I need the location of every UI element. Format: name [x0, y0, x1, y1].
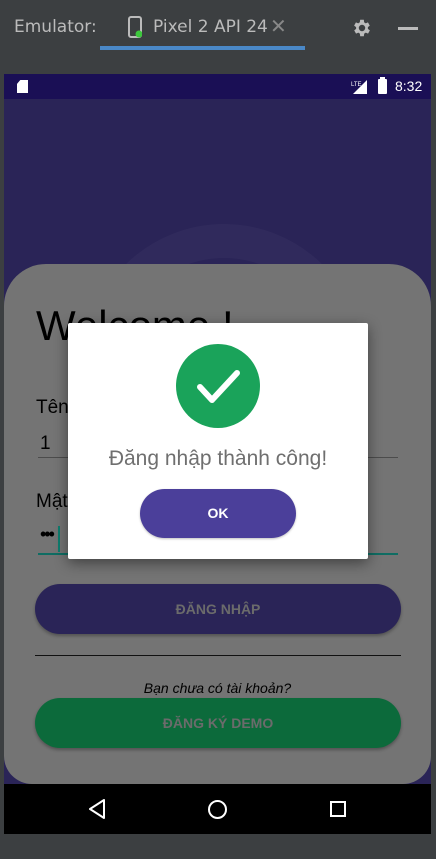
no-account-text[interactable]: Bạn chưa có tài khoản? — [4, 680, 431, 696]
check-circle-icon — [176, 344, 260, 428]
home-icon[interactable] — [208, 800, 227, 819]
tab-underline — [100, 46, 305, 50]
ok-button[interactable]: OK — [140, 489, 296, 538]
emulator-tab-title: Pixel 2 API 24 — [153, 17, 268, 37]
checkmark-icon — [197, 370, 240, 403]
success-dialog: Đăng nhập thành công! OK — [68, 323, 368, 559]
emulator-label: Emulator: — [14, 17, 97, 37]
password-input[interactable]: ••• — [40, 524, 55, 545]
recent-apps-icon[interactable] — [330, 801, 346, 817]
dialog-message: Đăng nhập thành công! — [108, 447, 328, 470]
sd-card-icon — [17, 80, 28, 93]
text-cursor — [58, 526, 60, 552]
back-icon[interactable] — [88, 799, 106, 819]
divider — [35, 655, 401, 656]
minimize-icon[interactable] — [398, 27, 418, 30]
status-time: 8:32 — [395, 78, 423, 94]
register-demo-button[interactable]: ĐĂNG KÝ DEMO — [35, 698, 401, 748]
emulator-bottom-bar — [0, 834, 436, 859]
status-bar: LTE 8:32 — [4, 74, 431, 99]
gear-icon[interactable] — [351, 17, 373, 39]
emulator-toolbar: Emulator: Pixel 2 API 24 ✕ — [0, 0, 436, 52]
password-label: Mật — [36, 491, 68, 512]
username-label: Tên — [36, 397, 69, 418]
emulator-device-tab[interactable]: Pixel 2 API 24 ✕ — [100, 0, 305, 52]
device-icon — [128, 16, 142, 38]
lte-text: LTE — [351, 82, 362, 88]
username-input[interactable]: 1 — [40, 433, 51, 455]
battery-icon — [378, 77, 387, 94]
lte-signal-icon: LTE — [351, 80, 367, 94]
navigation-bar — [4, 784, 431, 834]
login-button[interactable]: ĐĂNG NHẬP — [35, 584, 401, 634]
close-icon[interactable]: ✕ — [270, 14, 287, 38]
